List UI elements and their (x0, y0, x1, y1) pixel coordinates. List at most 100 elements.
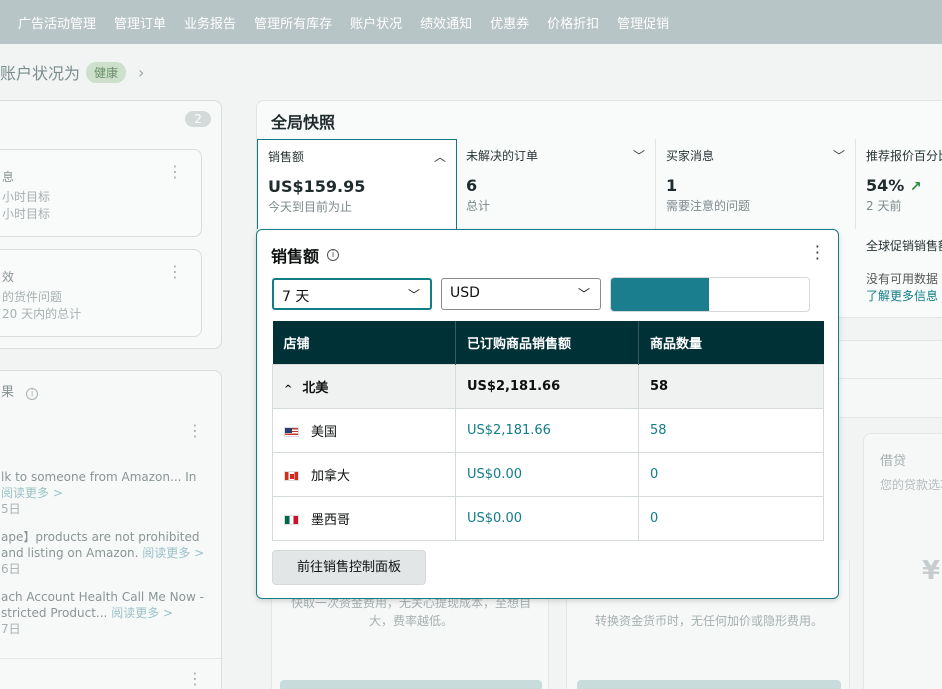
tile-sub: 2 天前 (866, 199, 902, 213)
store-sales[interactable]: US$0.00 (455, 495, 639, 541)
trend-up-icon: ↗ (909, 179, 922, 195)
news-title-text: 果 (1, 385, 15, 400)
nav-item-coupons[interactable]: 优惠券 (490, 13, 529, 32)
nav-item-inventory[interactable]: 管理所有库存 (254, 13, 332, 32)
chevron-right-icon[interactable]: › (138, 63, 144, 82)
group-quantity: 58 (638, 363, 824, 409)
currency-select[interactable]: USD ﹀ (441, 278, 601, 310)
more-options-icon[interactable]: · · · (815, 239, 820, 267)
store-quantity[interactable]: 0 (638, 495, 824, 541)
nav-item-campaigns[interactable]: 广告活动管理 (18, 13, 96, 32)
popup-title-text: 销售额 (271, 247, 320, 266)
service-card-2-button[interactable] (577, 680, 841, 689)
bg-panel-strip (838, 340, 942, 380)
us-flag-icon (284, 426, 299, 437)
store-sales[interactable]: US$2,181.66 (455, 407, 639, 453)
action-card-1[interactable]: 息 小时目标 小时目标 ⋮ (0, 149, 202, 237)
news-item-date: 5日 (1, 502, 21, 516)
news-item-text-2: stricted Product... 阅读更多 > (1, 605, 204, 621)
table-row-group[interactable]: ^ 北美 US$2,181.66 58 (272, 363, 824, 409)
news-item-text-2-body: and listing on Amazon. (1, 546, 139, 560)
learn-more-link[interactable]: 了解更多信息 (866, 287, 942, 304)
count-badge: 2 (185, 111, 211, 127)
ca-flag-icon (284, 470, 299, 481)
news-item-text-2-body: stricted Product... (1, 606, 108, 620)
table-row[interactable]: 美国 US$2,181.66 58 (272, 407, 824, 453)
chevron-down-icon: ﹀ (577, 287, 590, 301)
action-card-2[interactable]: 效 的货件问题 20 天内的总计 ⋮ (0, 249, 202, 337)
tile-label: 未解决的订单 (466, 149, 539, 163)
news-item[interactable]: ape】products are not prohibited and list… (1, 529, 204, 577)
nav-item-performance[interactable]: 绩效通知 (420, 13, 472, 32)
tile-value: US$159.95 (268, 177, 366, 196)
action-card-2-line3: 20 天内的总计 (2, 307, 82, 321)
promo-tile[interactable]: 全球促销销售额 没有可用数据 了解更多信息 (856, 229, 942, 317)
health-badge[interactable]: 健康 (86, 61, 127, 83)
more-options-icon[interactable]: ⋮ (187, 423, 203, 439)
view-toggle[interactable] (610, 277, 810, 312)
action-card-1-line2: 小时目标 (2, 190, 51, 204)
nav-item-account-health[interactable]: 账户状况 (350, 13, 402, 32)
store-quantity[interactable]: 0 (638, 451, 824, 497)
tile-value: 54% ↗ (866, 176, 942, 195)
news-card: 果 i ⋮ lk to someone from Amazon... In 阅读… (0, 370, 223, 689)
tile-featured-offer[interactable]: 推荐报价百分比 54% ↗ 2 天前 (856, 139, 942, 229)
account-health-label: 的账户状况为 (0, 64, 81, 83)
tile-label: 推荐报价百分比 (866, 149, 942, 163)
info-icon[interactable]: i (327, 249, 340, 261)
tile-sales[interactable]: 销售额 ︿ US$159.95 今天到目前为止 (257, 139, 457, 229)
table-header-row: 店铺 已订购商品销售额 商品数量 (272, 321, 824, 364)
news-item-date: 7日 (1, 622, 21, 636)
read-more-link[interactable]: 阅读更多 > (1, 485, 196, 501)
news-item[interactable]: lk to someone from Amazon... In 阅读更多 > 5… (1, 469, 196, 517)
news-item-date: 6日 (1, 562, 21, 576)
store-cell: 美国 (272, 407, 456, 453)
chevron-up-icon[interactable]: ︿ (434, 148, 446, 165)
tile-buyer-messages[interactable]: 买家消息 ﹀ 1 需要注意的问题 (656, 139, 856, 229)
tile-label: 买家消息 (666, 149, 715, 163)
loan-card: 借贷 您的贷款选项 ¥ (863, 433, 942, 689)
nav-item-promotions[interactable]: 管理促销 (617, 13, 669, 32)
read-more-link[interactable]: 阅读更多 > (142, 546, 204, 560)
promo-title: 全球促销销售额 (866, 239, 942, 253)
table-row[interactable]: 墨西哥 US$0.00 0 (272, 495, 824, 541)
currency-value: USD (450, 285, 480, 301)
tile-value-text: 54% (866, 176, 905, 195)
store-sales[interactable]: US$0.00 (455, 451, 639, 497)
info-icon[interactable]: i (26, 388, 39, 400)
table-row[interactable]: 加拿大 US$0.00 0 (272, 451, 824, 497)
store-quantity[interactable]: 58 (638, 407, 824, 453)
go-to-sales-dashboard-button[interactable]: 前往销售控制面板 (272, 550, 426, 585)
tile-open-orders[interactable]: 未解决的订单 ﹀ 6 总计 (456, 139, 656, 229)
loan-title: 借贷 (880, 454, 907, 469)
nav-item-orders[interactable]: 管理订单 (114, 13, 166, 32)
chevron-down-icon[interactable]: ﹀ (633, 147, 645, 164)
column-header-sales[interactable]: 已订购商品销售额 (455, 321, 639, 364)
group-sales: US$2,181.66 (455, 363, 639, 409)
promo-empty: 没有可用数据 (866, 272, 939, 286)
news-item-text: ach Account Health Call Me Now - (1, 590, 204, 604)
tile-label: 销售额 (268, 150, 305, 164)
page-title: 的账户状况为 健康 › (0, 60, 144, 84)
column-header-quantity[interactable]: 商品数量 (638, 321, 824, 364)
nav-item-reports[interactable]: 业务报告 (184, 13, 236, 32)
divider (0, 658, 223, 659)
chevron-down-icon[interactable]: ﹀ (833, 147, 845, 164)
action-card-2-title: 效 (2, 270, 15, 284)
more-options-icon[interactable]: ⋮ (167, 264, 183, 280)
caret-up-icon[interactable]: ^ (284, 384, 292, 395)
date-range-select[interactable]: 7 天 ﹀ (272, 278, 432, 310)
sales-table: 店铺 已订购商品销售额 商品数量 ^ 北美 US$2,181.66 58 美国 U… (272, 321, 824, 541)
action-card-1-line3: 小时目标 (2, 207, 51, 221)
view-toggle-active[interactable] (611, 278, 709, 311)
more-options-icon[interactable]: ⋮ (187, 671, 203, 687)
service-card-1-button[interactable] (280, 680, 542, 689)
group-name: 北美 (302, 380, 329, 396)
more-options-icon[interactable]: ⋮ (167, 164, 183, 180)
tile-sub: 需要注意的问题 (666, 199, 751, 213)
store-name: 加拿大 (311, 468, 351, 484)
read-more-link[interactable]: 阅读更多 > (111, 606, 173, 620)
column-header-store[interactable]: 店铺 (272, 321, 456, 364)
nav-item-price-discounts[interactable]: 价格折扣 (547, 13, 599, 32)
news-item[interactable]: ach Account Health Call Me Now - stricte… (1, 589, 204, 637)
